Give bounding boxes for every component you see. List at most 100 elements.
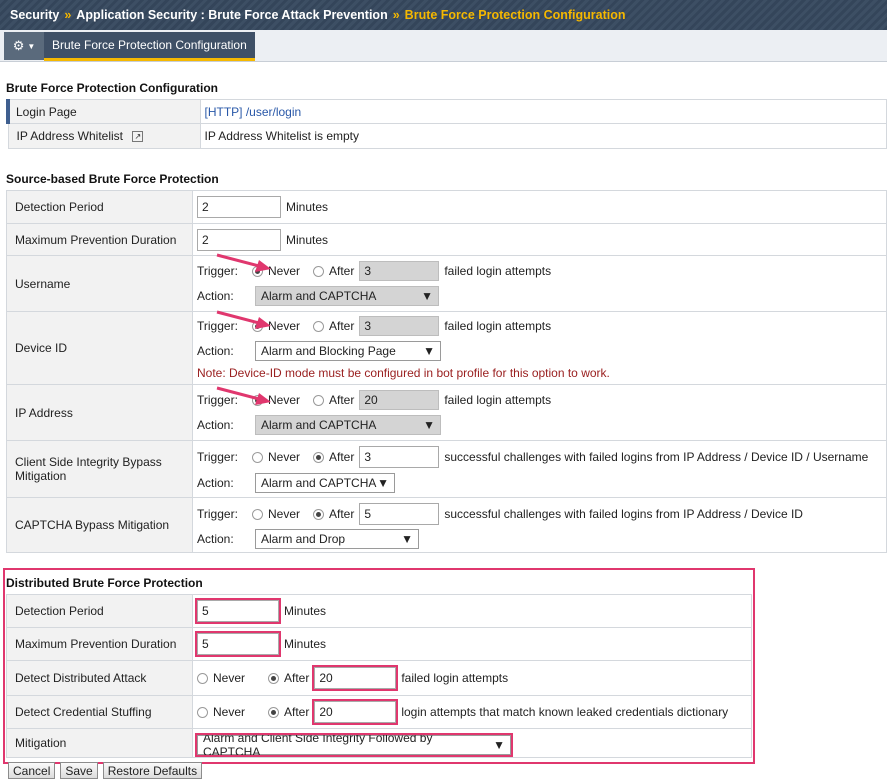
- whitelist-label: IP Address Whitelist: [16, 129, 124, 143]
- ip-address-label: IP Address: [6, 384, 193, 441]
- action-label: Action:: [197, 475, 234, 490]
- dist-max-prevention-input[interactable]: 5: [195, 631, 281, 657]
- captcha-bypass-after-radio[interactable]: [313, 508, 324, 520]
- breadcrumb-separator: »: [392, 8, 400, 22]
- cancel-button[interactable]: Cancel: [8, 762, 56, 779]
- dropdown-arrow-icon: ▼: [493, 738, 505, 752]
- after-label: After: [329, 450, 355, 464]
- source-section-title: Source-based Brute Force Protection: [6, 172, 219, 186]
- action-label: Action:: [197, 418, 234, 432]
- device-id-note: Note: Device-ID mode must be configured …: [197, 365, 610, 380]
- username-label: Username: [6, 255, 193, 312]
- never-label: Never: [213, 671, 246, 685]
- csi-bypass-after-radio[interactable]: [313, 451, 324, 463]
- dropdown-arrow-icon: ▼: [421, 289, 433, 303]
- captcha-bypass-never-radio[interactable]: [252, 508, 263, 520]
- after-label: After: [284, 671, 310, 685]
- never-label: Never: [213, 705, 246, 719]
- device-id-action-value: Alarm and Blocking Page: [261, 343, 396, 358]
- device-id-action-select[interactable]: Alarm and Blocking Page ▼: [255, 340, 441, 361]
- failed-attempts-label: failed login attempts: [401, 671, 509, 685]
- config-section-title: Brute Force Protection Configuration: [6, 81, 219, 95]
- detect-attack-never-radio[interactable]: [197, 672, 208, 684]
- pointer-arrow-icon: [216, 386, 271, 405]
- whitelist-label-cell: IP Address Whitelist ↗: [7, 123, 201, 149]
- credential-stuffing-after-input[interactable]: 20: [312, 699, 399, 725]
- device-id-label: Device ID: [6, 311, 193, 385]
- button-bar: Cancel Save Restore Defaults: [8, 762, 203, 779]
- captcha-bypass-action-value: Alarm and Drop: [261, 531, 346, 546]
- credential-stuffing-after-radio[interactable]: [268, 706, 279, 718]
- captcha-bypass-after-input[interactable]: 5: [359, 503, 440, 525]
- minutes-label: Minutes: [284, 604, 327, 618]
- save-button[interactable]: Save: [60, 762, 98, 779]
- csi-bypass-action-select[interactable]: Alarm and CAPTCHA ▼: [255, 472, 395, 493]
- whitelist-value: IP Address Whitelist is empty: [199, 123, 887, 149]
- ip-address-action-select[interactable]: Alarm and CAPTCHA ▼: [255, 415, 441, 435]
- failed-attempts-label: failed login attempts: [444, 264, 552, 278]
- csi-bypass-action-value: Alarm and CAPTCHA: [261, 475, 377, 490]
- dropdown-arrow-icon: ▼: [423, 418, 435, 432]
- failed-attempts-label: failed login attempts: [444, 319, 552, 333]
- successful-challenges-label: successful challenges with failed logins…: [444, 507, 803, 521]
- dist-detection-period-input[interactable]: 5: [195, 598, 281, 624]
- tab-brute-force-config[interactable]: Brute Force Protection Configuration: [44, 32, 255, 61]
- breadcrumb: Security » Application Security : Brute …: [0, 0, 887, 30]
- device-id-after-input[interactable]: 3: [359, 316, 440, 336]
- never-label: Never: [268, 507, 301, 521]
- after-label: After: [284, 705, 310, 719]
- detect-attack-after-radio[interactable]: [268, 672, 279, 684]
- gear-menu-button[interactable]: ⚙ ▼: [4, 32, 44, 60]
- csi-bypass-after-input[interactable]: 3: [359, 446, 440, 468]
- action-label: Action:: [197, 289, 234, 303]
- pointer-arrow-icon: [216, 310, 271, 329]
- ip-address-action-value: Alarm and CAPTCHA: [261, 418, 377, 432]
- breadcrumb-app-security[interactable]: Application Security : Brute Force Attac…: [76, 8, 387, 22]
- detect-attack-after-input[interactable]: 20: [312, 665, 399, 691]
- failed-attempts-label: failed login attempts: [444, 393, 552, 407]
- pointer-arrow-icon: [216, 253, 271, 272]
- after-label: After: [329, 264, 355, 278]
- tab-bar: ⚙ ▼ Brute Force Protection Configuration: [0, 30, 887, 62]
- never-label: Never: [268, 450, 301, 464]
- config-table: Login Page [HTTP] /user/login IP Address…: [6, 99, 887, 149]
- breadcrumb-separator: »: [64, 8, 72, 22]
- username-action-select[interactable]: Alarm and CAPTCHA ▼: [255, 286, 439, 306]
- username-after-radio[interactable]: [313, 265, 324, 277]
- credential-stuffing-never-radio[interactable]: [197, 706, 208, 718]
- source-table: Detection Period 2 Minutes Maximum Preve…: [6, 190, 887, 553]
- device-id-after-radio[interactable]: [313, 320, 324, 332]
- external-link-icon[interactable]: ↗: [132, 131, 144, 143]
- username-after-input[interactable]: 3: [359, 261, 440, 281]
- leaked-credentials-label: login attempts that match known leaked c…: [401, 705, 729, 719]
- breadcrumb-security[interactable]: Security: [10, 8, 59, 22]
- detect-credential-stuffing-label: Detect Credential Stuffing: [6, 695, 193, 729]
- username-action-value: Alarm and CAPTCHA: [261, 289, 377, 303]
- action-label: Action:: [197, 343, 234, 358]
- dropdown-arrow-icon: ▼: [401, 531, 413, 546]
- mitigation-select[interactable]: Alarm and Client Side Integrity Followed…: [195, 731, 513, 759]
- distributed-table: Detection Period 5 Minutes Maximum Preve…: [6, 594, 752, 759]
- source-max-prevention-input[interactable]: 2: [197, 228, 281, 251]
- dropdown-arrow-icon: ▼: [377, 475, 389, 490]
- restore-defaults-button[interactable]: Restore Defaults: [102, 762, 203, 779]
- trigger-label: Trigger:: [197, 507, 238, 521]
- csi-bypass-never-radio[interactable]: [252, 451, 263, 463]
- source-detection-period-input[interactable]: 2: [197, 196, 281, 218]
- minutes-label: Minutes: [284, 637, 327, 651]
- breadcrumb-current: Brute Force Protection Configuration: [404, 8, 626, 22]
- gear-icon: ⚙: [12, 38, 25, 53]
- chevron-down-icon: ▼: [27, 41, 36, 51]
- dropdown-arrow-icon: ▼: [423, 343, 435, 358]
- ip-address-after-radio[interactable]: [313, 394, 324, 406]
- after-label: After: [329, 319, 355, 333]
- captcha-bypass-action-select[interactable]: Alarm and Drop ▼: [255, 528, 419, 549]
- csi-bypass-label: Client Side Integrity Bypass Mitigation: [6, 440, 193, 498]
- minutes-label: Minutes: [286, 232, 329, 247]
- dist-max-prevention-label: Maximum Prevention Duration: [6, 627, 193, 661]
- login-page-link[interactable]: [HTTP] /user/login: [205, 105, 302, 119]
- login-page-label: Login Page: [6, 99, 201, 124]
- ip-address-after-input[interactable]: 20: [359, 390, 440, 410]
- distributed-section-title: Distributed Brute Force Protection: [6, 576, 203, 590]
- minutes-label: Minutes: [286, 200, 329, 214]
